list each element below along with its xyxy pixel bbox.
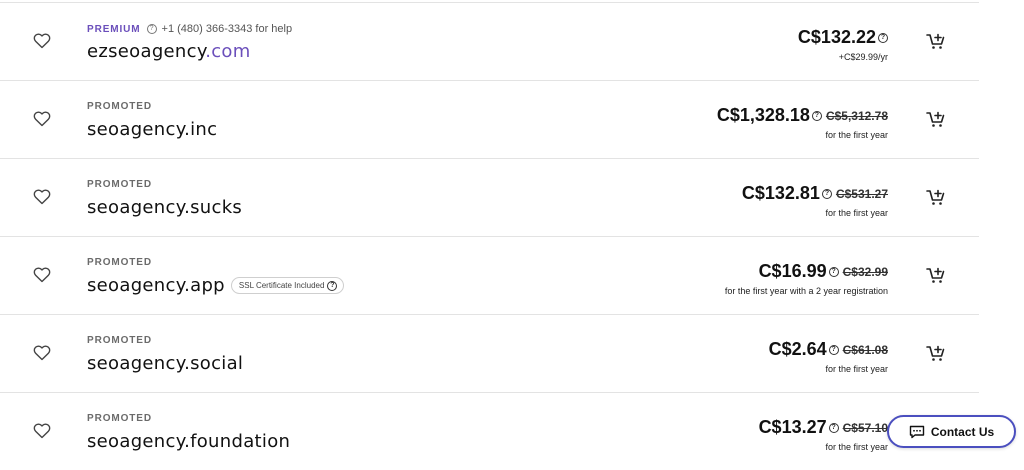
result-row: PROMOTED seoagency.sucks C$132.81 ? C$53…	[0, 159, 979, 237]
price-subtext: for the first year	[825, 364, 888, 374]
price: C$132.22	[797, 27, 876, 47]
price: C$132.81	[741, 183, 820, 203]
price-subtext: for the first year	[825, 130, 888, 140]
price-block: C$2.64 ? C$61.08 for the first year	[769, 339, 888, 374]
heart-icon[interactable]	[33, 267, 51, 283]
add-to-cart-icon[interactable]	[926, 110, 946, 128]
price-block: C$132.22 ? +C$29.99/yr	[798, 27, 888, 62]
domain-name[interactable]: seoagency.inc	[87, 119, 217, 140]
contact-us-button[interactable]: Contact Us	[887, 415, 1016, 448]
price-subtext: for the first year with a 2 year registr…	[724, 286, 888, 296]
add-to-cart-icon[interactable]	[926, 188, 946, 206]
domain-name[interactable]: ezseoagency.com	[87, 41, 251, 62]
price-block: C$16.99 ? C$32.99 for the first year wit…	[725, 261, 888, 296]
promoted-label: PROMOTED	[87, 335, 152, 346]
domain-sld: ezseoagency	[87, 41, 206, 62]
result-row: PREMIUM ? +1 (480) 366-3343 for help ezs…	[0, 3, 979, 81]
original-price: C$57.10	[842, 420, 888, 435]
original-price: C$531.27	[835, 186, 888, 201]
heart-icon[interactable]	[33, 189, 51, 205]
price-subtext: +C$29.99/yr	[838, 52, 888, 62]
result-row: PROMOTED seoagency.foundation C$13.27 ? …	[0, 393, 979, 470]
domain-name[interactable]: seoagency.sucks	[87, 197, 242, 218]
price: C$1,328.18	[716, 105, 810, 125]
domain-tag: PROMOTED	[87, 179, 152, 190]
add-to-cart-icon[interactable]	[926, 266, 946, 284]
price: C$13.27	[758, 417, 827, 437]
heart-icon[interactable]	[33, 423, 51, 439]
price-block: C$13.27 ? C$57.10 for the first year	[759, 417, 888, 452]
domain-line: seoagency.sucks	[87, 197, 242, 218]
contact-us-label: Contact Us	[930, 424, 995, 439]
info-icon[interactable]: ?	[327, 280, 338, 291]
add-to-cart-icon[interactable]	[926, 344, 946, 362]
result-row: PROMOTED seoagency.social C$2.64 ? C$61.…	[0, 315, 979, 393]
info-icon[interactable]: ?	[828, 422, 839, 433]
domain-tag: PROMOTED	[87, 335, 152, 346]
promoted-label: PROMOTED	[87, 101, 152, 112]
domain-line: seoagency.foundation	[87, 431, 290, 452]
original-price: C$32.99	[842, 264, 888, 279]
heart-icon[interactable]	[33, 33, 51, 49]
search-results-list: PREMIUM ? +1 (480) 366-3343 for help ezs…	[0, 0, 979, 465]
domain-line: seoagency.social	[87, 353, 243, 374]
info-icon[interactable]: ?	[878, 32, 888, 43]
promoted-label: PROMOTED	[87, 257, 152, 268]
info-icon[interactable]: ?	[828, 266, 839, 277]
domain-tag: PREMIUM ? +1 (480) 366-3343 for help	[87, 23, 292, 35]
domain-name[interactable]: seoagency.foundation	[87, 431, 290, 452]
add-to-cart-icon[interactable]	[926, 32, 946, 50]
chat-icon	[909, 425, 925, 438]
domain-tld: .com	[205, 41, 251, 62]
info-icon[interactable]: ?	[146, 24, 157, 34]
price: C$2.64	[768, 339, 827, 359]
result-row: PROMOTED seoagency.inc C$1,328.18 ? C$5,…	[0, 81, 979, 159]
domain-tag: PROMOTED	[87, 413, 152, 424]
price-subtext: for the first year	[825, 442, 888, 452]
domain-line: ezseoagency.com	[87, 41, 251, 62]
domain-name[interactable]: seoagency.social	[87, 353, 243, 374]
promoted-label: PROMOTED	[87, 413, 152, 424]
ssl-badge: SSL Certificate Included ?	[230, 277, 345, 294]
price: C$16.99	[758, 261, 827, 281]
info-icon[interactable]: ?	[821, 188, 832, 199]
ssl-badge-label: SSL Certificate Included	[238, 281, 325, 290]
domain-tag: PROMOTED	[87, 257, 152, 268]
info-icon[interactable]: ?	[811, 110, 822, 121]
domain-line: seoagency.inc	[87, 119, 217, 140]
price-block: C$132.81 ? C$531.27 for the first year	[742, 183, 888, 218]
premium-label: PREMIUM	[87, 23, 141, 35]
domain-name[interactable]: seoagency.app	[87, 275, 225, 296]
heart-icon[interactable]	[33, 111, 51, 127]
domain-tag: PROMOTED	[87, 101, 152, 112]
original-price: C$61.08	[842, 342, 888, 357]
price-block: C$1,328.18 ? C$5,312.78 for the first ye…	[717, 105, 888, 140]
info-icon[interactable]: ?	[828, 344, 839, 355]
help-phone[interactable]: +1 (480) 366-3343 for help	[162, 23, 293, 35]
result-row: PROMOTED seoagency.app SSL Certificate I…	[0, 237, 979, 315]
original-price: C$5,312.78	[825, 108, 888, 123]
price-subtext: for the first year	[825, 208, 888, 218]
promoted-label: PROMOTED	[87, 179, 152, 190]
domain-line: seoagency.app SSL Certificate Included ?	[87, 275, 345, 296]
heart-icon[interactable]	[33, 345, 51, 361]
